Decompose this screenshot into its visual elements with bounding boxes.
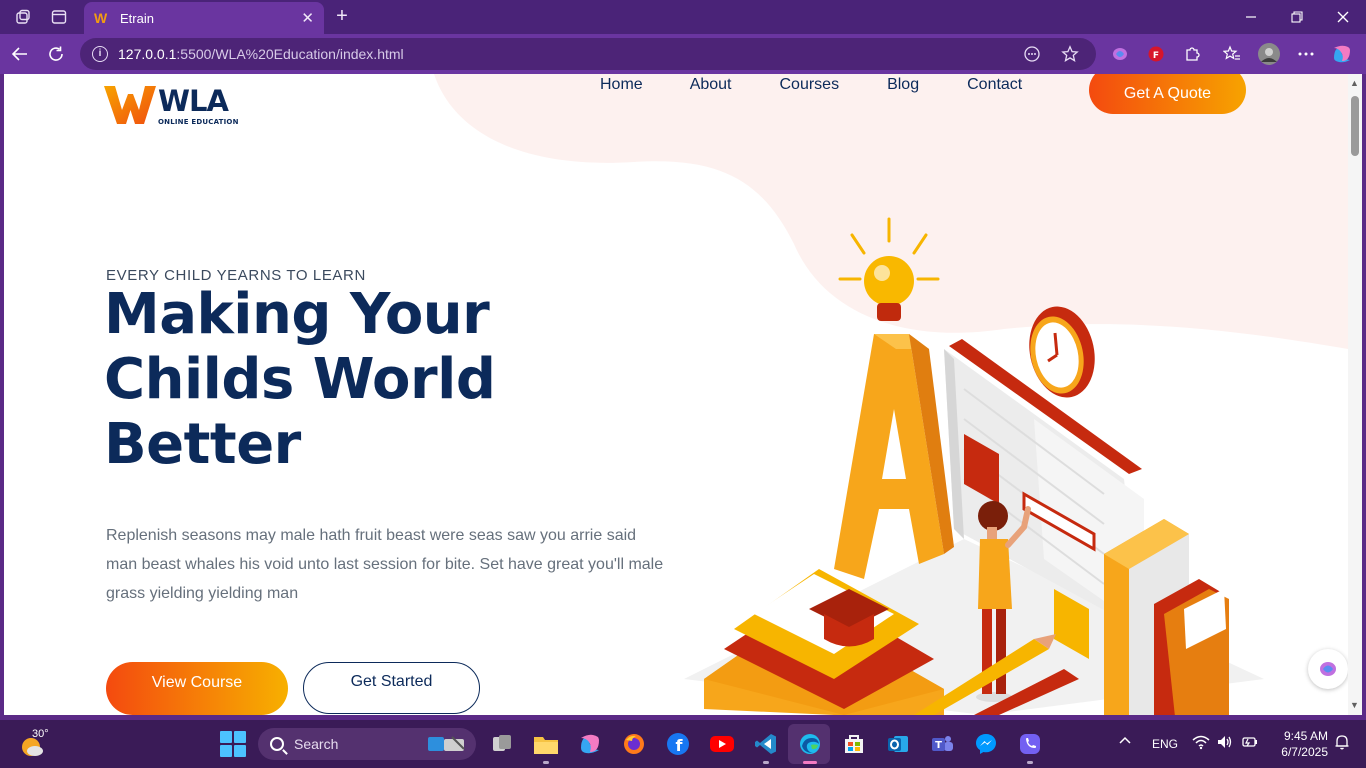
outlook-icon[interactable]: [884, 730, 912, 758]
site-favicon-icon: W: [94, 10, 108, 26]
browser-tab-active[interactable]: W Etrain ✕: [84, 2, 324, 34]
microsoft-store-icon[interactable]: [840, 730, 868, 758]
url-text: 127.0.0.1:5500/WLA%20Education/index.htm…: [118, 46, 404, 62]
clock-time: 9:45 AM: [1283, 729, 1328, 743]
windows-taskbar: 30° Search f T ENG 9:45 AM 6/7/2025: [0, 720, 1366, 768]
read-aloud-icon[interactable]: [1020, 42, 1044, 66]
nav-contact[interactable]: Contact: [967, 76, 1022, 94]
vscode-icon[interactable]: [752, 730, 780, 758]
profile-avatar[interactable]: [1257, 42, 1281, 66]
new-tab-button[interactable]: +: [330, 4, 354, 28]
browser-toolbar: i 127.0.0.1:5500/WLA%20Education/index.h…: [0, 34, 1366, 74]
wifi-icon[interactable]: [1192, 734, 1210, 753]
scroll-down-icon[interactable]: ▼: [1350, 700, 1359, 710]
copilot-floating-button[interactable]: [1308, 649, 1348, 689]
file-explorer-running-indicator: [543, 761, 549, 764]
nav-blog[interactable]: Blog: [887, 76, 919, 94]
svg-text:f: f: [676, 736, 684, 755]
taskbar-search[interactable]: Search: [258, 728, 476, 760]
restore-button[interactable]: [1274, 2, 1320, 32]
workspaces-icon[interactable]: [10, 5, 36, 29]
start-logo-tile-2: [234, 731, 246, 743]
viber-running-indicator: [1027, 761, 1033, 764]
file-explorer-icon[interactable]: [532, 730, 560, 758]
site-info-icon[interactable]: i: [92, 46, 108, 62]
facebook-icon[interactable]: f: [664, 730, 692, 758]
hero-education-illustration: [684, 217, 1264, 715]
battery-icon[interactable]: [1241, 734, 1259, 753]
start-logo-tile-4: [234, 745, 246, 757]
nav-home[interactable]: Home: [600, 76, 643, 94]
tab-actions-icon[interactable]: [46, 5, 72, 29]
volume-icon[interactable]: [1216, 734, 1234, 753]
start-button[interactable]: [220, 731, 246, 757]
pdf-extension-icon[interactable]: F: [1144, 42, 1168, 66]
main-nav: Home About Courses Blog Contact: [600, 76, 1022, 94]
brand-tagline: ONLINE EDUCATION: [158, 118, 239, 126]
viber-icon[interactable]: [1016, 730, 1044, 758]
view-course-button[interactable]: View Course: [106, 662, 288, 715]
get-a-quote-button[interactable]: Get A Quote: [1089, 74, 1246, 114]
firefox-icon[interactable]: [620, 730, 648, 758]
page-viewport: WLA ONLINE EDUCATION Home About Courses …: [4, 74, 1348, 715]
vscode-running-indicator: [763, 761, 769, 764]
nav-courses[interactable]: Courses: [780, 76, 840, 94]
youtube-icon[interactable]: [708, 730, 736, 758]
tab-close-icon[interactable]: ✕: [301, 9, 314, 27]
edge-browser-icon[interactable]: [796, 730, 824, 758]
refresh-button[interactable]: [42, 41, 70, 67]
copilot-sidebar-icon[interactable]: [1330, 42, 1354, 66]
hero-headline: Making Your Childs World Better: [104, 282, 496, 477]
start-logo-tile-1: [220, 731, 232, 743]
favorite-star-icon[interactable]: [1058, 42, 1082, 66]
logo-w-icon: [104, 86, 156, 124]
favorites-icon[interactable]: [1220, 42, 1244, 66]
edge-active-indicator: [803, 761, 817, 764]
weather-temperature: 30°: [32, 728, 49, 740]
messenger-icon[interactable]: [972, 730, 1000, 758]
copilot-app-icon[interactable]: [576, 730, 604, 758]
scrollbar-thumb[interactable]: [1351, 96, 1359, 156]
nav-about[interactable]: About: [690, 76, 732, 94]
minimize-button[interactable]: [1228, 2, 1274, 32]
back-button[interactable]: [6, 41, 34, 67]
extensions-icon[interactable]: [1180, 42, 1204, 66]
notification-bell-icon[interactable]: [1334, 734, 1350, 753]
svg-text:F: F: [1153, 51, 1159, 61]
weather-widget[interactable]: 30°: [20, 728, 60, 760]
clock-date: 6/7/2025: [1281, 745, 1328, 759]
copilot-extension-icon[interactable]: [1108, 42, 1132, 66]
show-hidden-icons-chevron[interactable]: [1118, 734, 1132, 751]
get-started-button[interactable]: Get Started: [303, 662, 480, 714]
taskbar-clock[interactable]: 9:45 AM 6/7/2025: [1268, 728, 1328, 760]
browser-titlebar: W Etrain ✕ +: [0, 0, 1366, 34]
search-icon: [270, 737, 284, 751]
address-bar[interactable]: i 127.0.0.1:5500/WLA%20Education/index.h…: [80, 38, 1096, 70]
tab-title: Etrain: [120, 10, 154, 26]
svg-text:T: T: [935, 740, 942, 751]
language-indicator[interactable]: ENG: [1152, 737, 1178, 751]
search-highlight-icon: [428, 736, 465, 751]
teams-icon[interactable]: T: [928, 730, 956, 758]
hero-description: Replenish seasons may male hath fruit be…: [106, 527, 664, 602]
brand-name: WLA: [158, 84, 229, 118]
site-logo[interactable]: WLA ONLINE EDUCATION: [104, 84, 239, 126]
start-logo-tile-3: [220, 745, 232, 757]
page-scrollbar[interactable]: ▲ ▼: [1348, 74, 1362, 715]
settings-more-icon[interactable]: [1294, 42, 1318, 66]
task-view-icon[interactable]: [488, 730, 516, 758]
scroll-up-icon[interactable]: ▲: [1350, 78, 1359, 88]
close-window-button[interactable]: [1320, 2, 1366, 32]
search-label: Search: [294, 736, 339, 752]
